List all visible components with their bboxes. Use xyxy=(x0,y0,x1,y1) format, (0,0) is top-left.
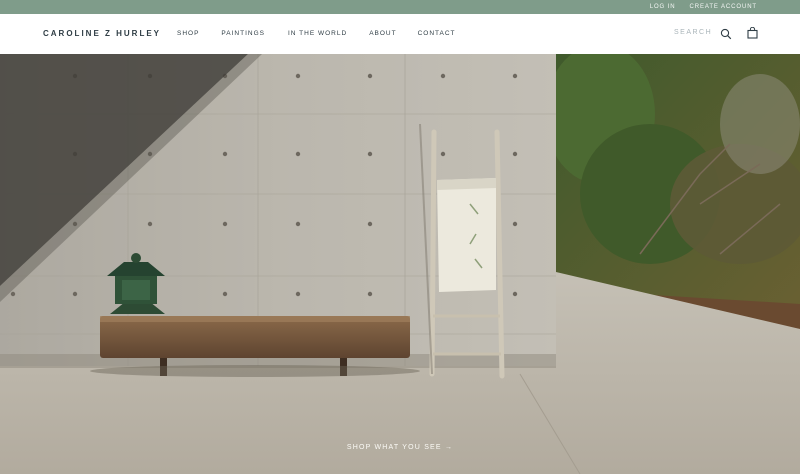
nav-item-paintings[interactable]: PAINTINGS xyxy=(221,30,265,37)
login-link[interactable]: LOG IN xyxy=(650,4,676,10)
nav-item-in-the-world[interactable]: IN THE WORLD xyxy=(288,30,347,37)
site-logo[interactable]: CAROLINE Z HURLEY xyxy=(43,29,161,38)
search-label[interactable]: SEARCH xyxy=(674,29,712,36)
nav-item-shop[interactable]: SHOP xyxy=(177,30,199,37)
shop-what-you-see-link[interactable]: SHOP WHAT YOU SEE → xyxy=(347,444,453,451)
hero-image xyxy=(0,54,800,474)
site-header: CAROLINE Z HURLEY SHOP PAINTINGS IN THE … xyxy=(0,14,800,54)
shopping-bag-icon[interactable] xyxy=(747,27,758,39)
utility-bar: LOG IN CREATE ACCOUNT xyxy=(0,0,800,14)
main-nav: SHOP PAINTINGS IN THE WORLD ABOUT CONTAC… xyxy=(177,30,456,37)
utility-links: LOG IN CREATE ACCOUNT xyxy=(650,0,757,14)
search-icon[interactable] xyxy=(720,28,732,40)
hero-cta: SHOP WHAT YOU SEE → xyxy=(0,436,800,454)
nav-item-contact[interactable]: CONTACT xyxy=(418,30,456,37)
nav-item-about[interactable]: ABOUT xyxy=(369,30,396,37)
create-account-link[interactable]: CREATE ACCOUNT xyxy=(690,4,758,10)
hero-banner: SHOP WHAT YOU SEE → xyxy=(0,54,800,474)
